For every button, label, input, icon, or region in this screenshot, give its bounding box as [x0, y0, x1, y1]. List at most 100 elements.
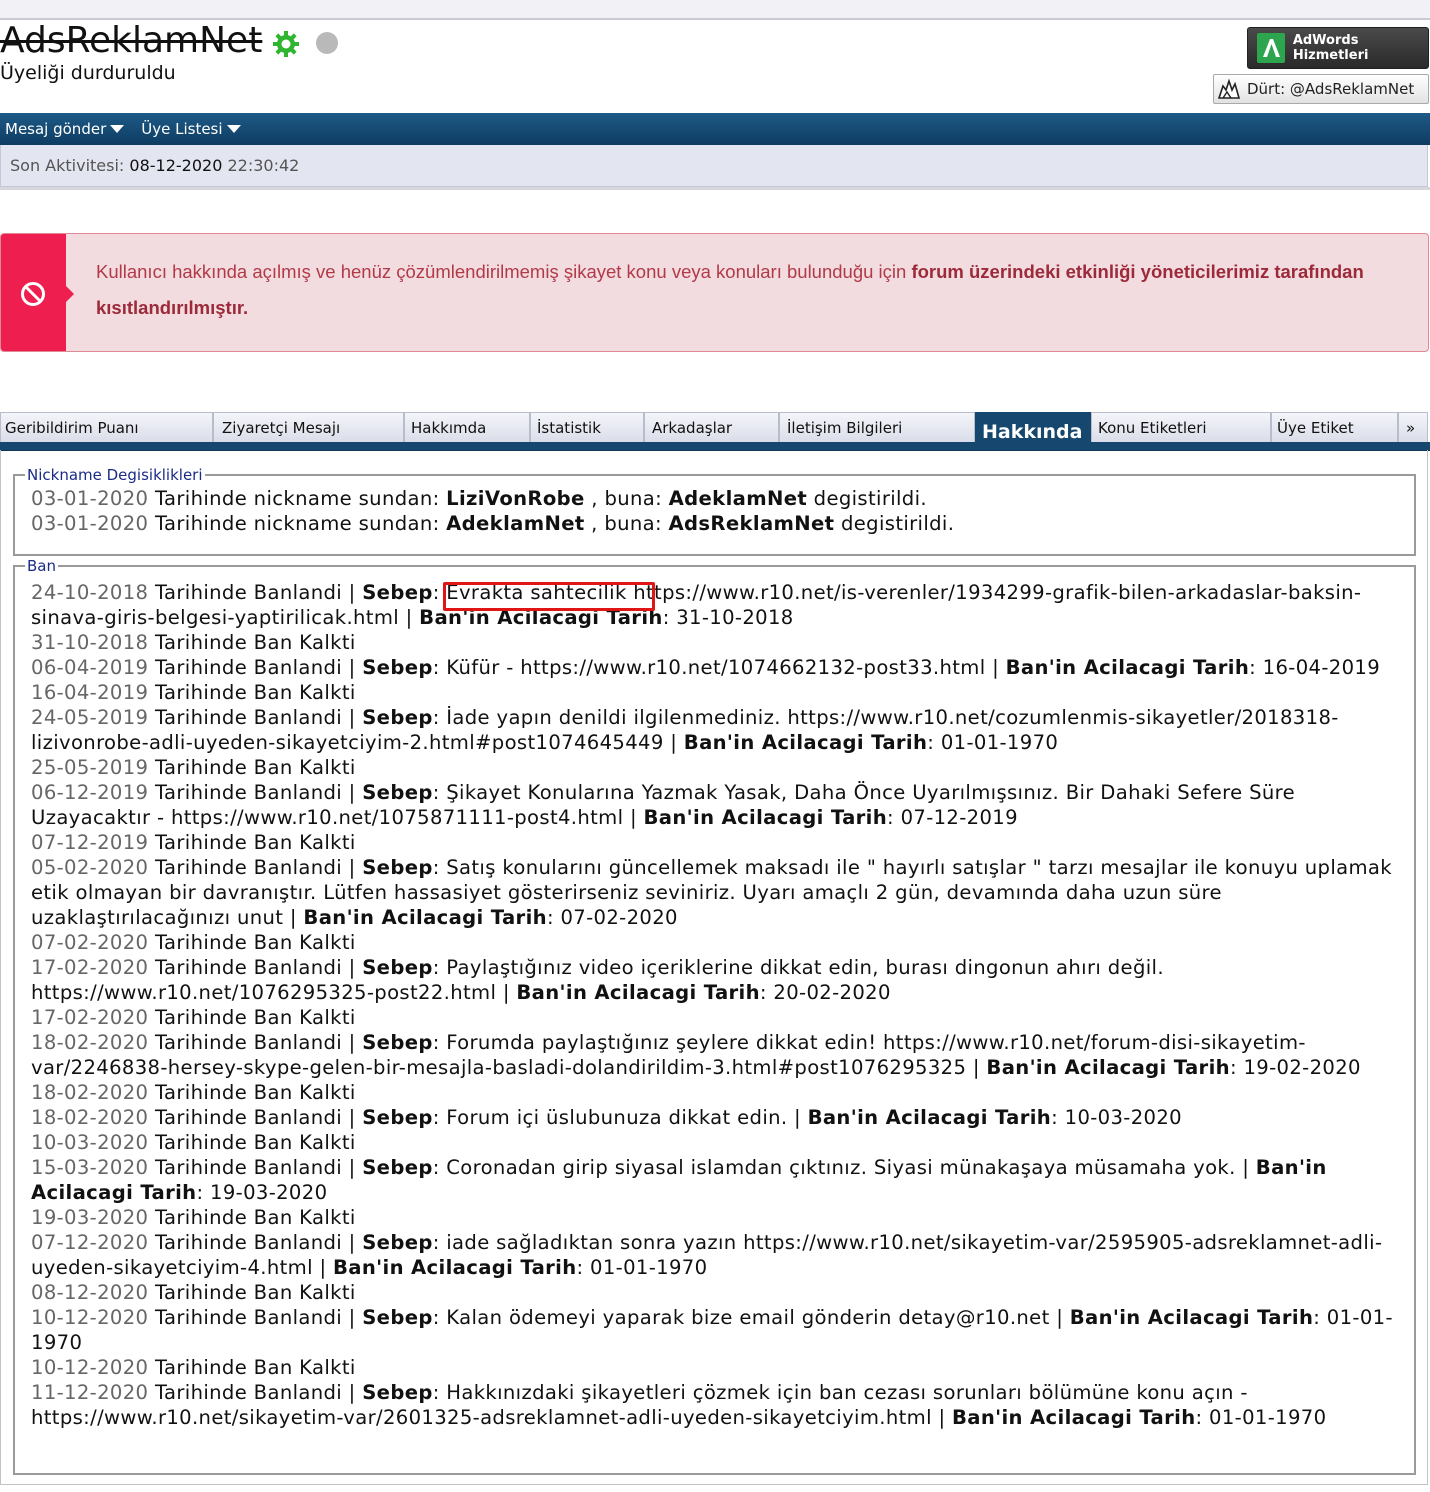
- ban-date: 10-03-2020: [31, 1131, 149, 1154]
- ban-date: 10-12-2020: [31, 1356, 149, 1379]
- tab-more[interactable]: »: [1398, 412, 1428, 442]
- ban-lift-text: Tarihinde Ban Kalkti: [148, 1006, 356, 1029]
- ban-icon: [21, 282, 45, 306]
- change-date: 03-01-2020: [31, 487, 149, 510]
- ban-date: 18-02-2020: [31, 1031, 149, 1054]
- ban-date: 24-05-2019: [31, 706, 149, 729]
- restriction-alert: Kullanıcı hakkında açılmış ve henüz çözü…: [0, 233, 1429, 352]
- ban-lift-text: Tarihinde Ban Kalkti: [148, 756, 356, 779]
- chevron-down-icon: [226, 125, 241, 133]
- ban-lift-text: Tarihinde Ban Kalkti: [148, 1131, 356, 1154]
- tab-friends[interactable]: Arkadaşlar: [644, 412, 779, 442]
- ban-date: 11-12-2020: [31, 1381, 149, 1404]
- ban-lift-entry: 16-04-2019 Tarihinde Ban Kalkti: [31, 680, 1401, 705]
- until-label: Ban'in Acilacagi Tarih: [303, 906, 547, 929]
- tab-visitor-messages[interactable]: Ziyaretçi Mesajı: [213, 412, 404, 442]
- ban-date: 17-02-2020: [31, 956, 149, 979]
- ban-entry: 17-02-2020 Tarihinde Banlandi | Sebep: P…: [31, 956, 1164, 1004]
- ban-entry: 24-10-2018 Tarihinde Banlandi | Sebep: E…: [31, 581, 1362, 629]
- ban-lift-entry: 07-02-2020 Tarihinde Ban Kalkti: [31, 930, 1401, 955]
- ban-text: Tarihinde Banlandi |: [148, 656, 363, 679]
- change-text: , buna:: [584, 487, 669, 510]
- ban-lift-entry: 31-10-2018 Tarihinde Ban Kalkti: [31, 630, 1401, 655]
- tab-member-tags[interactable]: Üye Etiket: [1271, 412, 1398, 442]
- reason-label: Sebep: [362, 1231, 433, 1254]
- tab-statistics[interactable]: İstatistik: [530, 412, 644, 442]
- reason-label: Sebep: [362, 581, 433, 604]
- tab-about-me[interactable]: Hakkımda: [404, 412, 530, 442]
- ban-date: 10-12-2020: [31, 1306, 149, 1329]
- until-label: Ban'in Acilacagi Tarih: [643, 806, 888, 829]
- ban-reason: Coronadan girip siyasal islamdan çıktını…: [446, 1156, 1236, 1179]
- profile-username: AdsReklamNet: [0, 20, 263, 61]
- until-label: Ban'in Acilacagi Tarih: [1069, 1306, 1314, 1329]
- until-label: Ban'in Acilacagi Tarih: [419, 606, 663, 629]
- member-status: Üyeliği durduruldu: [0, 62, 176, 84]
- ban-entry: 11-12-2020 Tarihinde Banlandi | Sebep: H…: [31, 1381, 1327, 1429]
- nickname-changes-section: Nickname Degisiklikleri 03-01-2020 Tarih…: [13, 466, 1416, 556]
- offline-dot-icon: [316, 32, 338, 54]
- ban-text: Tarihinde Banlandi |: [148, 706, 363, 729]
- poke-hand-icon: [1217, 78, 1241, 99]
- ban-lift-entry: 07-12-2019 Tarihinde Ban Kalkti: [31, 830, 1401, 855]
- ban-date: 18-02-2020: [31, 1106, 149, 1129]
- reason-label: Sebep: [362, 656, 433, 679]
- adwords-services-button[interactable]: AdWords Hizmetleri: [1247, 27, 1429, 69]
- tab-topic-tags[interactable]: Konu Etiketleri: [1091, 412, 1271, 442]
- ban-lift-text: Tarihinde Ban Kalkti: [148, 681, 356, 704]
- ban-until-date: 20-02-2020: [773, 981, 891, 1004]
- ban-text: Tarihinde Banlandi |: [148, 781, 363, 804]
- ban-lift-entry: 25-05-2019 Tarihinde Ban Kalkti: [31, 755, 1401, 780]
- member-list-label: Üye Listesi: [141, 120, 223, 138]
- tab-contact-info[interactable]: İletişim Bilgileri: [779, 412, 975, 442]
- ban-reason: Forum içi üslubunuza dikkat edin.: [446, 1106, 788, 1129]
- ban-until-date: 07-02-2020: [560, 906, 678, 929]
- send-message-label: Mesaj gönder: [5, 120, 107, 138]
- ban-entry: 18-02-2020 Tarihinde Banlandi | Sebep: F…: [31, 1031, 1361, 1079]
- send-message-menu[interactable]: Mesaj gönder: [5, 120, 125, 138]
- change-text: degistirildi.: [807, 487, 927, 510]
- ban-date: 08-12-2020: [31, 1281, 149, 1304]
- adwords-logo-icon: [1257, 33, 1285, 63]
- tab-feedback[interactable]: Geribildirim Puanı: [0, 412, 213, 442]
- ban-date: 07-12-2019: [31, 831, 149, 854]
- nickname-changes-legend: Nickname Degisiklikleri: [27, 466, 203, 484]
- ban-entry: 18-02-2020 Tarihinde Banlandi | Sebep: F…: [31, 1106, 1182, 1129]
- ban-date: 06-12-2019: [31, 781, 149, 804]
- ban-text: Tarihinde Banlandi |: [148, 956, 363, 979]
- ban-until-date: 07-12-2019: [900, 806, 1018, 829]
- until-label: Ban'in Acilacagi Tarih: [1005, 656, 1250, 679]
- member-list-menu[interactable]: Üye Listesi: [141, 120, 241, 138]
- ban-entry: 06-12-2019 Tarihinde Banlandi | Sebep: Ş…: [31, 781, 1295, 829]
- last-activity-time: 22:30:42: [227, 156, 300, 175]
- tab-about-active[interactable]: Hakkında: [975, 412, 1091, 444]
- poke-button[interactable]: Dürt: @AdsReklamNet: [1213, 74, 1429, 104]
- ban-date: 18-02-2020: [31, 1081, 149, 1104]
- ban-entry: 24-05-2019 Tarihinde Banlandi | Sebep: İ…: [31, 706, 1339, 754]
- ban-lift-text: Tarihinde Ban Kalkti: [148, 1206, 356, 1229]
- reason-label: Sebep: [362, 1306, 433, 1329]
- ban-reason: Kalan ödemeyi yaparak bize email gönderi…: [446, 1306, 1050, 1329]
- ban-text: Tarihinde Banlandi |: [148, 1231, 363, 1254]
- ban-entry: 15-03-2020 Tarihinde Banlandi | Sebep: C…: [31, 1156, 1327, 1204]
- ban-entry: 06-04-2019 Tarihinde Banlandi | Sebep: K…: [31, 656, 1381, 679]
- ban-date: 19-03-2020: [31, 1206, 149, 1229]
- ban-text: Tarihinde Banlandi |: [148, 581, 363, 604]
- top-strip: [0, 0, 1430, 20]
- until-label: Ban'in Acilacagi Tarih: [333, 1256, 577, 1279]
- new-nickname: AdsReklamNet: [668, 512, 835, 535]
- ban-date: 16-04-2019: [31, 681, 149, 704]
- adwords-label: AdWords Hizmetleri: [1292, 33, 1369, 63]
- nickname-change-row: 03-01-2020 Tarihinde nickname sundan: Ad…: [31, 511, 1414, 536]
- chevron-down-icon: [110, 125, 125, 133]
- reason-label: Sebep: [362, 856, 433, 879]
- nickname-changes-list: 03-01-2020 Tarihinde nickname sundan: Li…: [31, 486, 1414, 536]
- ban-text: Tarihinde Banlandi |: [148, 1381, 363, 1404]
- ban-until-date: 01-01-1970: [940, 731, 1059, 754]
- until-label: Ban'in Acilacagi Tarih: [807, 1106, 1052, 1129]
- ban-date: 07-02-2020: [31, 931, 149, 954]
- ban-lift-text: Tarihinde Ban Kalkti: [148, 1081, 356, 1104]
- ban-lift-text: Tarihinde Ban Kalkti: [148, 831, 356, 854]
- ban-history-section: Ban 24-10-2018 Tarihinde Banlandi | Sebe…: [13, 557, 1416, 1475]
- ban-text: Tarihinde Banlandi |: [148, 1306, 363, 1329]
